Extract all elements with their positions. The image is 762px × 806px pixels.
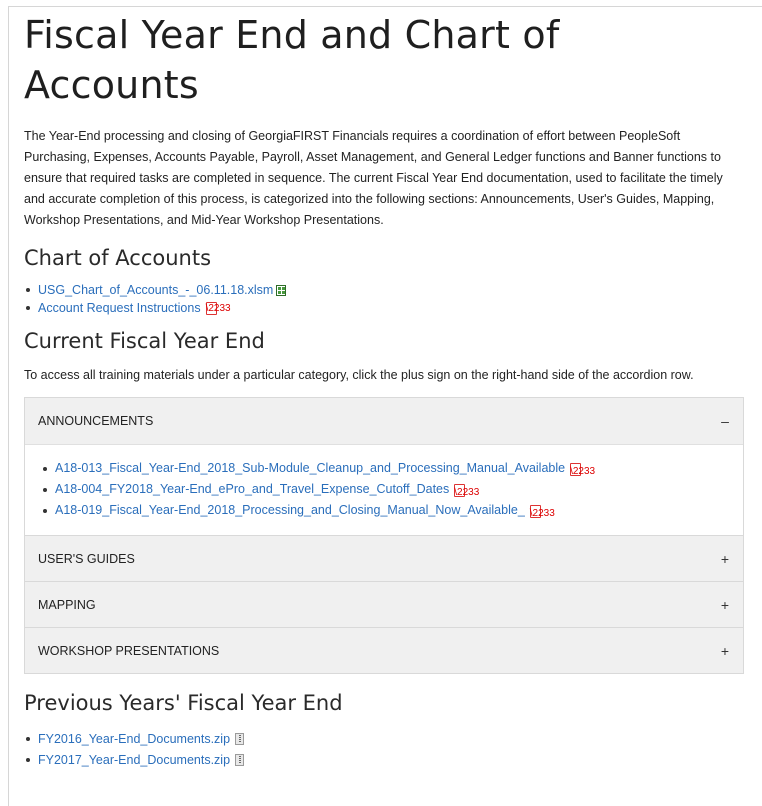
accordion-header-mapping[interactable]: MAPPING + (25, 581, 743, 627)
chart-of-accounts-list: USG_Chart_of_Accounts_-_06.11.18.xlsm Ac… (24, 281, 744, 318)
list-item: A18-013_Fiscal_Year-End_2018_Sub-Module_… (41, 458, 743, 482)
bullet (26, 288, 30, 292)
account-request-instructions-link[interactable]: Account Request Instructions (38, 299, 201, 317)
excel-file-icon (276, 284, 287, 296)
list-item: A18-019_Fiscal_Year-End_2018_Processing_… (41, 500, 743, 524)
expand-icon[interactable]: + (719, 643, 731, 659)
announcement-link-a18-004[interactable]: A18-004_FY2018_Year-End_ePro_and_Travel_… (55, 479, 449, 500)
chart-of-accounts-heading: Chart of Accounts (24, 246, 212, 270)
expand-icon[interactable]: + (719, 551, 731, 567)
list-item: Account Request Instructions (24, 299, 744, 318)
bullet (26, 757, 30, 762)
accordion-label: USER'S GUIDES (38, 551, 135, 566)
pdf-icon (453, 482, 479, 503)
bullet (43, 487, 47, 492)
list-item: FY2017_Year-End_Documents.zip (24, 749, 744, 770)
zip-file-icon (235, 753, 245, 766)
page-title: Fiscal Year End and Chart of Accounts (24, 13, 560, 107)
previous-fye-heading: Previous Years' Fiscal Year End (24, 691, 343, 715)
announcement-link-a18-019[interactable]: A18-019_Fiscal_Year-End_2018_Processing_… (55, 500, 525, 521)
collapse-icon[interactable]: – (719, 413, 731, 429)
coa-xlsm-link[interactable]: USG_Chart_of_Accounts_-_06.11.18.xlsm (38, 281, 273, 299)
list-item: USG_Chart_of_Accounts_-_06.11.18.xlsm (24, 281, 744, 299)
accordion-label: ANNOUNCEMENTS (38, 414, 154, 428)
pdf-icon (205, 300, 231, 318)
zip-file-icon (235, 732, 245, 745)
pdf-icon (569, 461, 595, 482)
current-fye-heading: Current Fiscal Year End (24, 329, 265, 353)
fy2016-zip-link[interactable]: FY2016_Year-End_Documents.zip (38, 730, 230, 748)
announcements-list: A18-013_Fiscal_Year-End_2018_Sub-Module_… (41, 458, 743, 524)
accordion-label: WORKSHOP PRESENTATIONS (38, 643, 220, 658)
list-item: A18-004_FY2018_Year-End_ePro_and_Travel_… (41, 479, 743, 503)
bullet (26, 736, 30, 741)
fye-accordion: ANNOUNCEMENTS – A18-013_Fiscal_Year-End_… (24, 397, 744, 674)
accordion-header-users-guides[interactable]: USER'S GUIDES + (25, 535, 743, 581)
expand-icon[interactable]: + (719, 597, 731, 613)
bullet (43, 466, 47, 471)
intro-paragraph: The Year-End processing and closing of G… (24, 129, 723, 227)
page-border-left (8, 6, 9, 806)
page-border-top (8, 6, 762, 7)
accordion-label: MAPPING (38, 597, 96, 612)
accordion-panel-announcements: A18-013_Fiscal_Year-End_2018_Sub-Module_… (25, 444, 743, 535)
announcement-link-a18-013[interactable]: A18-013_Fiscal_Year-End_2018_Sub-Module_… (55, 458, 565, 479)
accordion-header-workshop-presentations[interactable]: WORKSHOP PRESENTATIONS + (25, 627, 743, 673)
pdf-icon (529, 503, 555, 524)
list-item: FY2016_Year-End_Documents.zip (24, 728, 744, 749)
main-content: Fiscal Year End and Chart of Accounts Th… (24, 10, 744, 770)
bullet (26, 306, 30, 310)
accordion-header-announcements[interactable]: ANNOUNCEMENTS – (25, 398, 743, 444)
previous-fye-list: FY2016_Year-End_Documents.zip FY2017_Yea… (24, 728, 744, 770)
accordion-instructions: To access all training materials under a… (24, 368, 694, 382)
bullet (43, 508, 47, 513)
fy2017-zip-link[interactable]: FY2017_Year-End_Documents.zip (38, 751, 230, 769)
